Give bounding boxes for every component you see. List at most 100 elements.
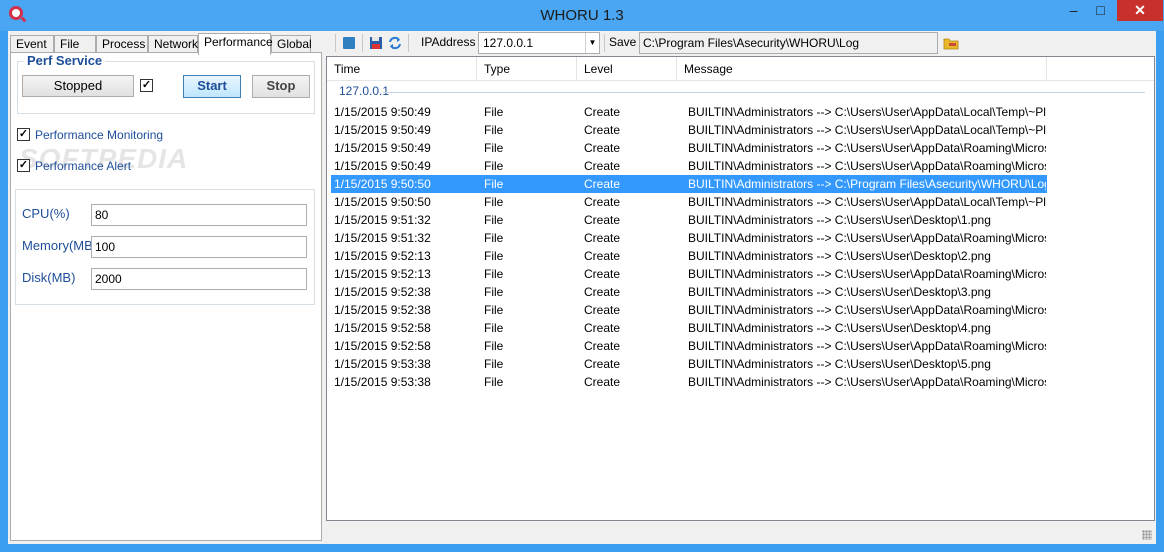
row-message: BUILTIN\Administrators --> C:\Users\User… — [688, 267, 1046, 281]
table-row[interactable]: 1/15/2015 9:52:38 File Create BUILTIN\Admin… — [331, 301, 1047, 319]
table-row[interactable]: 1/15/2015 9:52:13 File Create BUILTIN\Admin… — [331, 247, 1047, 265]
tab-event[interactable]: Event — [10, 35, 54, 53]
row-type: File — [484, 177, 504, 191]
close-button[interactable]: ✕ — [1117, 0, 1163, 21]
disk-field[interactable]: 2000 — [91, 268, 307, 290]
table-row[interactable]: 1/15/2015 9:50:49 File Create BUILTIN\Admin… — [331, 157, 1047, 175]
row-time: 1/15/2015 9:51:32 — [334, 213, 431, 227]
folder-icon[interactable] — [943, 36, 959, 50]
row-message: BUILTIN\Administrators --> C:\Users\User… — [688, 159, 1046, 173]
row-type: File — [484, 267, 504, 281]
tab-network[interactable]: Network — [148, 35, 198, 53]
window-title: WHORU 1.3 — [540, 7, 624, 24]
row-time: 1/15/2015 9:53:38 — [334, 357, 431, 371]
row-type: File — [484, 303, 504, 317]
table-row[interactable]: 1/15/2015 9:52:38 File Create BUILTIN\Admin… — [331, 283, 1047, 301]
row-time: 1/15/2015 9:52:13 — [334, 249, 431, 263]
tab-performance[interactable]: Performance — [198, 33, 273, 55]
service-status-checkbox[interactable]: ✓ — [140, 79, 153, 92]
table-row[interactable]: 1/15/2015 9:52:58 File Create BUILTIN\Admin… — [331, 319, 1047, 337]
save-path-field[interactable]: C:\Program Files\Asecurity\WHORU\Log — [639, 32, 938, 54]
refresh-icon[interactable] — [388, 36, 402, 50]
table-row[interactable]: 1/15/2015 9:52:13 File Create BUILTIN\Admin… — [331, 265, 1047, 283]
list-header: Time Type Level Message — [327, 57, 1154, 81]
row-time: 1/15/2015 9:50:49 — [334, 159, 431, 173]
row-level: Create — [584, 159, 621, 173]
list-rows: 1/15/2015 9:50:49 File Create BUILTIN\Admin… — [331, 103, 1047, 391]
cpu-field[interactable]: 80 — [91, 204, 307, 226]
row-level: Create — [584, 231, 621, 245]
table-row[interactable]: 1/15/2015 9:50:50 File Create BUILTIN\Admin… — [331, 175, 1047, 193]
table-row[interactable]: 1/15/2015 9:51:32 File Create BUILTIN\Admin… — [331, 229, 1047, 247]
column-message[interactable]: Message — [677, 57, 1047, 81]
table-row[interactable]: 1/15/2015 9:50:49 File Create BUILTIN\Admin… — [331, 139, 1047, 157]
row-level: Create — [584, 141, 621, 155]
column-level[interactable]: Level — [577, 57, 677, 81]
tab-process[interactable]: Process — [96, 35, 148, 53]
column-time[interactable]: Time — [327, 57, 477, 81]
row-message: BUILTIN\Administrators --> C:\Users\User… — [688, 141, 1046, 155]
group-header[interactable]: 127.0.0.1 — [339, 84, 389, 98]
row-level: Create — [584, 177, 621, 191]
row-message: BUILTIN\Administrators --> C:\Program Fi… — [688, 177, 1046, 191]
row-time: 1/15/2015 9:50:49 — [334, 141, 431, 155]
performance-alert-checkbox[interactable]: ✓ — [17, 159, 30, 172]
ip-address-combo[interactable]: 127.0.0.1 ▼ — [478, 32, 600, 54]
row-level: Create — [584, 105, 621, 119]
stop-square-icon[interactable] — [342, 36, 356, 50]
row-level: Create — [584, 123, 621, 137]
row-time: 1/15/2015 9:50:50 — [334, 177, 431, 191]
row-time: 1/15/2015 9:52:13 — [334, 267, 431, 281]
event-list[interactable]: Time Type Level Message 127.0.0.1 1/15/2… — [326, 56, 1155, 521]
toolbar: IPAddress 127.0.0.1 ▼ Save C:\Program Fi… — [332, 31, 1156, 55]
row-time: 1/15/2015 9:50:50 — [334, 195, 431, 209]
performance-monitoring-label: Performance Monitoring — [35, 128, 164, 142]
row-message: BUILTIN\Administrators --> C:\Users\User… — [688, 213, 991, 227]
row-level: Create — [584, 303, 621, 317]
row-message: BUILTIN\Administrators --> C:\Users\User… — [688, 123, 1046, 137]
performance-monitoring-checkbox[interactable]: ✓ — [17, 128, 30, 141]
save-label: Save — [609, 35, 637, 49]
resize-grip-icon[interactable] — [1142, 530, 1152, 540]
row-time: 1/15/2015 9:50:49 — [334, 105, 431, 119]
table-row[interactable]: 1/15/2015 9:50:50 File Create BUILTIN\Admin… — [331, 193, 1047, 211]
row-level: Create — [584, 339, 621, 353]
table-row[interactable]: 1/15/2015 9:53:38 File Create BUILTIN\Admin… — [331, 355, 1047, 373]
tab-global[interactable]: Global — [271, 35, 312, 53]
memory-label: Memory(MB — [22, 238, 93, 253]
perf-service-group: Perf Service Stopped ✓ Start Stop — [17, 53, 315, 114]
performance-alert-label: Performance Alert — [35, 159, 132, 173]
save-disk-icon[interactable] — [369, 36, 383, 50]
table-row[interactable]: 1/15/2015 9:50:49 File Create BUILTIN\Admin… — [331, 121, 1047, 139]
maximize-button[interactable]: □ — [1087, 0, 1114, 21]
table-row[interactable]: 1/15/2015 9:53:38 File Create BUILTIN\Admin… — [331, 373, 1047, 391]
stop-button[interactable]: Stop — [252, 75, 310, 98]
row-type: File — [484, 321, 504, 335]
row-message: BUILTIN\Administrators --> C:\Users\User… — [688, 339, 1046, 353]
row-level: Create — [584, 249, 621, 263]
row-level: Create — [584, 267, 621, 281]
memory-field[interactable]: 100 — [91, 236, 307, 258]
row-type: File — [484, 213, 504, 227]
status-bar — [326, 523, 1156, 544]
row-time: 1/15/2015 9:52:58 — [334, 321, 431, 335]
cpu-label: CPU(%) — [22, 206, 70, 221]
table-row[interactable]: 1/15/2015 9:52:58 File Create BUILTIN\Admin… — [331, 337, 1047, 355]
table-row[interactable]: 1/15/2015 9:51:32 File Create BUILTIN\Admin… — [331, 211, 1047, 229]
table-row[interactable]: 1/15/2015 9:50:49 File Create BUILTIN\Admin… — [331, 103, 1047, 121]
row-type: File — [484, 339, 504, 353]
tab-file[interactable]: File — [54, 35, 96, 53]
row-type: File — [484, 141, 504, 155]
chevron-down-icon[interactable]: ▼ — [585, 33, 599, 53]
service-status-box: Stopped — [22, 75, 134, 97]
row-level: Create — [584, 357, 621, 371]
start-button[interactable]: Start — [183, 75, 241, 98]
row-type: File — [484, 159, 504, 173]
row-message: BUILTIN\Administrators --> C:\Users\User… — [688, 357, 991, 371]
ip-address-label: IPAddress — [421, 35, 476, 49]
row-time: 1/15/2015 9:50:49 — [334, 123, 431, 137]
row-message: BUILTIN\Administrators --> C:\Users\User… — [688, 321, 991, 335]
minimize-button[interactable]: – — [1060, 0, 1087, 21]
row-time: 1/15/2015 9:53:38 — [334, 375, 431, 389]
column-type[interactable]: Type — [477, 57, 577, 81]
